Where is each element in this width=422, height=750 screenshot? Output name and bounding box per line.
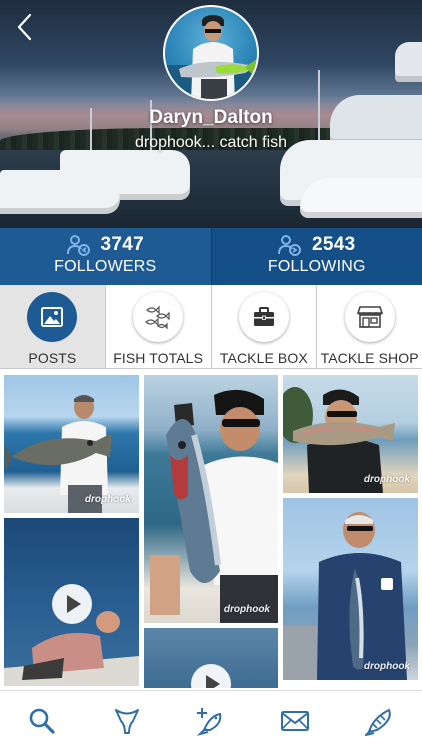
- followers-count: 3747: [100, 234, 144, 255]
- tab-icon-circle: [344, 292, 395, 342]
- fish-tail-icon: [114, 708, 139, 734]
- briefcase-icon: [253, 307, 274, 326]
- bottom-navigation: [0, 690, 422, 750]
- profile-username: Daryn_Dalton: [149, 107, 273, 128]
- angler-holding-tuna-photo: [283, 512, 407, 680]
- yacht: [0, 170, 120, 214]
- play-button[interactable]: [191, 664, 231, 688]
- tab-icon-circle: [27, 292, 78, 342]
- post-watermark: drophook: [84, 494, 131, 505]
- angler-holding-fish-photo: [4, 395, 112, 513]
- chevron-left-icon: [17, 13, 32, 41]
- search-icon: [29, 708, 55, 734]
- tab-label: POSTS: [28, 350, 77, 366]
- yacht: [300, 178, 422, 218]
- tab-tackle-shop[interactable]: TACKLE SHOP: [317, 285, 422, 368]
- tab-label: TACKLE SHOP: [320, 350, 419, 366]
- post-watermark: drophook: [363, 661, 410, 672]
- following-icon: [278, 235, 302, 256]
- post-watermark: drophook: [363, 474, 410, 485]
- profile-tabs: POSTS FISH TOTALS TACKLE BOX TACKLE SHOP: [0, 285, 422, 369]
- following-count: 2543: [312, 234, 356, 255]
- post-thumbnail[interactable]: drophook: [283, 498, 418, 680]
- nav-add-catch-button[interactable]: [187, 697, 235, 745]
- followers-label: FOLLOWERS: [54, 258, 157, 275]
- posts-grid: drophook drophook drophook drophook: [0, 370, 422, 690]
- followers-icon: [66, 235, 90, 256]
- post-thumbnail[interactable]: drophook: [283, 375, 418, 493]
- profile-header: Daryn_Dalton drophook... catch fish: [0, 0, 422, 228]
- nav-measure-button[interactable]: [356, 697, 404, 745]
- post-thumbnail[interactable]: drophook: [4, 375, 139, 513]
- post-watermark: drophook: [223, 604, 270, 615]
- mail-icon: [281, 710, 310, 731]
- play-button[interactable]: [52, 584, 92, 624]
- post-thumbnail[interactable]: [144, 628, 278, 688]
- profile-tagline: drophook... catch fish: [134, 134, 288, 151]
- profile-photo: [165, 15, 257, 99]
- nav-search-button[interactable]: [18, 697, 66, 745]
- follow-stats: 3747 FOLLOWERS 2543 FOLLOWING: [0, 228, 422, 285]
- tab-icon-circle: [133, 292, 184, 342]
- image-icon: [41, 307, 64, 327]
- post-thumbnail[interactable]: drophook: [144, 375, 278, 623]
- nav-feed-button[interactable]: [103, 697, 151, 745]
- tab-label: TACKLE BOX: [219, 350, 308, 366]
- tab-label: FISH TOTALS: [113, 350, 204, 366]
- avatar[interactable]: [163, 5, 259, 101]
- post-thumbnail[interactable]: [4, 518, 139, 686]
- tab-tackle-box[interactable]: TACKLE BOX: [211, 285, 318, 368]
- following-label: FOLLOWING: [267, 258, 366, 275]
- tab-icon-circle: [238, 292, 289, 342]
- storefront-icon: [356, 306, 383, 328]
- back-button[interactable]: [14, 12, 40, 42]
- angler-holding-tuna-photo: [150, 389, 278, 623]
- tab-fish-totals[interactable]: FISH TOTALS: [105, 285, 212, 368]
- add-fish-icon: [196, 707, 222, 736]
- fish-measure-icon: [364, 708, 391, 736]
- yacht: [395, 42, 422, 82]
- following-stat[interactable]: 2543 FOLLOWING: [210, 228, 422, 285]
- nav-messages-button[interactable]: [271, 697, 319, 745]
- fish-school-icon: [145, 305, 170, 330]
- tab-posts[interactable]: POSTS: [0, 285, 106, 368]
- followers-stat[interactable]: 3747 FOLLOWERS: [0, 228, 211, 285]
